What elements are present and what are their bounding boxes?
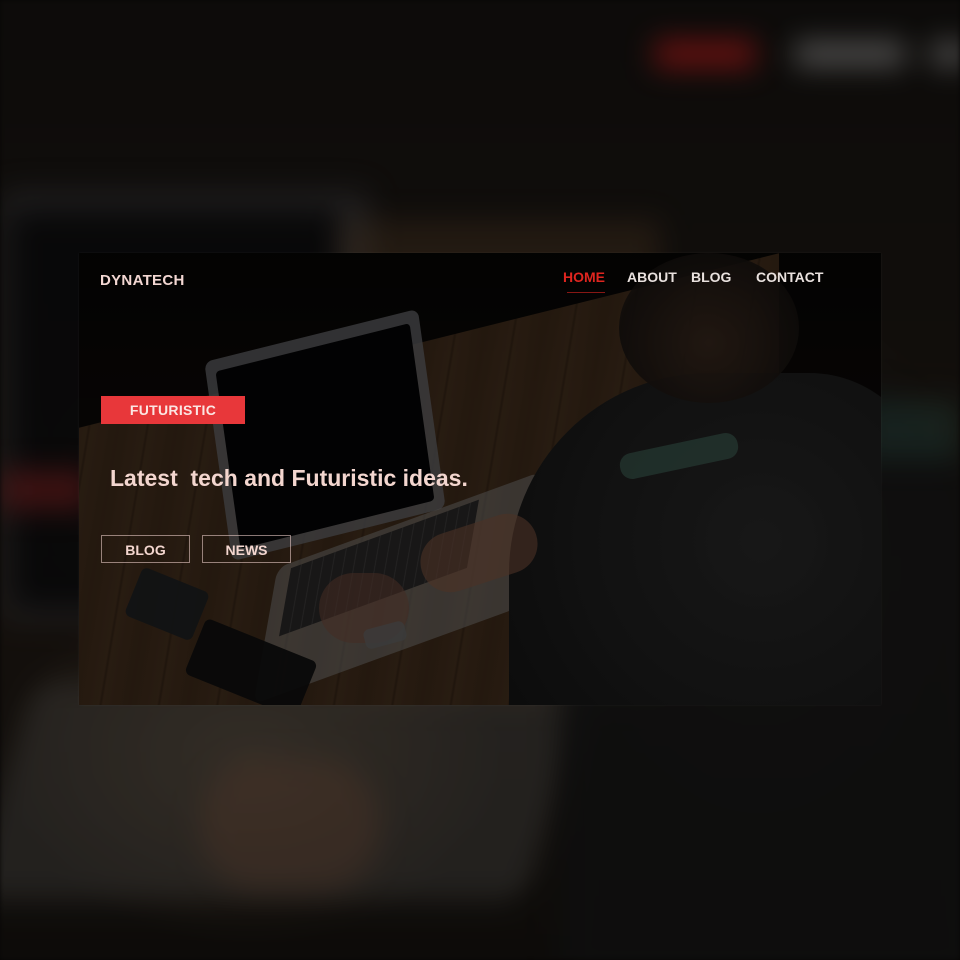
brand-logo[interactable]: DYNATECH	[100, 272, 185, 289]
website-preview-card: DYNATECH HOME ABOUT BLOG CONTACT FUTURIS…	[79, 253, 881, 705]
nav-blog[interactable]: BLOG	[691, 269, 731, 285]
futuristic-tag: FUTURISTIC	[101, 396, 245, 424]
nav-contact[interactable]: CONTACT	[756, 269, 823, 285]
nav-home[interactable]: HOME	[563, 269, 605, 285]
news-button[interactable]: NEWS	[202, 535, 291, 563]
blog-button[interactable]: BLOG	[101, 535, 190, 563]
nav-home-underline	[567, 292, 605, 293]
nav-about[interactable]: ABOUT	[627, 269, 677, 285]
hero-headline: Latest tech and Futuristic ideas.	[110, 465, 468, 491]
